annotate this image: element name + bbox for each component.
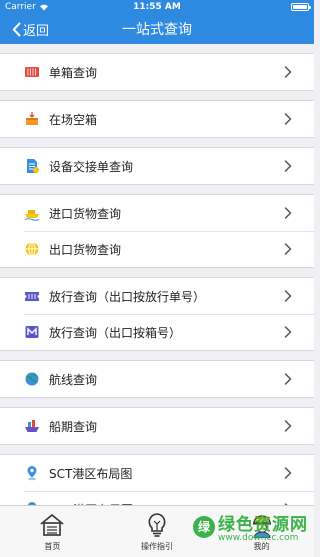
battery-icon [291, 3, 311, 11]
tab-mine-label: 我的 [253, 542, 270, 551]
menu-item[interactable]: 单箱查询 [0, 54, 314, 90]
carrier: Carrier [5, 2, 49, 12]
ship-schedule-icon [24, 418, 40, 434]
menu-item-label: 出口货物查询 [49, 242, 122, 257]
tab-home-label: 首页 [44, 542, 61, 551]
chevron-right-icon [284, 160, 292, 172]
menu-item[interactable]: 在场空箱 [0, 101, 314, 137]
menu-item[interactable]: SCT港区布局图 [0, 455, 314, 491]
tab-guide-label: 操作指引 [141, 542, 173, 551]
menu-item[interactable]: CCT港区布局图 [0, 491, 314, 505]
release-box-icon [24, 324, 40, 340]
menu-item[interactable]: 设备交接单查询 [0, 148, 314, 184]
menu-group: 在场空箱 [0, 100, 314, 138]
wifi-icon [39, 4, 48, 11]
chevron-right-icon [284, 373, 292, 385]
query-menu-list: 单箱查询 在场空箱 设备交接单查询 进口货物查询 出口货物查询 放行查询（出口按放行单号）… [0, 44, 314, 505]
nav-bar: 返回 一站式查询 [0, 14, 314, 44]
chevron-right-icon [284, 467, 292, 479]
menu-group: 单箱查询 [0, 53, 314, 91]
tab-mine[interactable]: 我的 [209, 506, 314, 557]
import-ship-icon [24, 205, 40, 221]
chevron-right-icon [284, 290, 292, 302]
status-bar: Carrier 11:55 AM [0, 0, 314, 14]
menu-group: 设备交接单查询 [0, 147, 314, 185]
menu-item[interactable]: 放行查询（出口按箱号） [0, 314, 314, 350]
menu-group: 放行查询（出口按放行单号） 放行查询（出口按箱号） [0, 277, 314, 351]
chevron-right-icon [284, 326, 292, 338]
chevron-right-icon [284, 66, 292, 78]
menu-item-label: 放行查询（出口按放行单号） [49, 289, 206, 304]
menu-item-label: 进口货物查询 [49, 206, 122, 221]
menu-group: 船期查询 [0, 407, 314, 445]
empty-box-icon [24, 111, 40, 127]
home-icon [40, 514, 64, 536]
map-pin-icon [24, 465, 40, 481]
menu-item-label: 航线查询 [49, 372, 98, 387]
chevron-right-icon [284, 420, 292, 432]
menu-item[interactable]: 船期查询 [0, 408, 314, 444]
back-label: 返回 [23, 23, 50, 39]
release-ticket-icon [24, 288, 40, 304]
lightbulb-icon [148, 513, 166, 537]
chevron-right-icon [284, 113, 292, 125]
chevron-left-icon [12, 22, 21, 36]
menu-group: SCT港区布局图 CCT港区布局图 [0, 454, 314, 505]
menu-item[interactable]: 航线查询 [0, 361, 314, 397]
menu-item[interactable]: 放行查询（出口按放行单号） [0, 278, 314, 314]
document-icon [24, 158, 40, 174]
menu-group: 航线查询 [0, 360, 314, 398]
menu-item-label: 单箱查询 [49, 65, 98, 80]
tab-bar: 首页 操作指引 我的 [0, 505, 314, 557]
menu-item-label: 在场空箱 [49, 112, 98, 127]
menu-item-label: SCT港区布局图 [49, 466, 133, 481]
menu-group: 进口货物查询 出口货物查询 [0, 194, 314, 268]
menu-item[interactable]: 出口货物查询 [0, 231, 314, 267]
worker-avatar-icon [252, 515, 271, 538]
chevron-right-icon [284, 207, 292, 219]
tab-home[interactable]: 首页 [0, 506, 105, 557]
menu-item-label: 放行查询（出口按箱号） [49, 325, 182, 340]
menu-item-label: 船期查询 [49, 419, 98, 434]
back-button[interactable]: 返回 [0, 20, 49, 39]
container-icon [24, 64, 40, 80]
menu-item[interactable]: 进口货物查询 [0, 195, 314, 231]
carrier-label: Carrier [5, 2, 36, 12]
chevron-right-icon [284, 243, 292, 255]
export-globe-icon [24, 241, 40, 257]
menu-item-label: 设备交接单查询 [49, 159, 134, 174]
globe-route-icon [24, 371, 40, 387]
tab-guide[interactable]: 操作指引 [105, 506, 210, 557]
